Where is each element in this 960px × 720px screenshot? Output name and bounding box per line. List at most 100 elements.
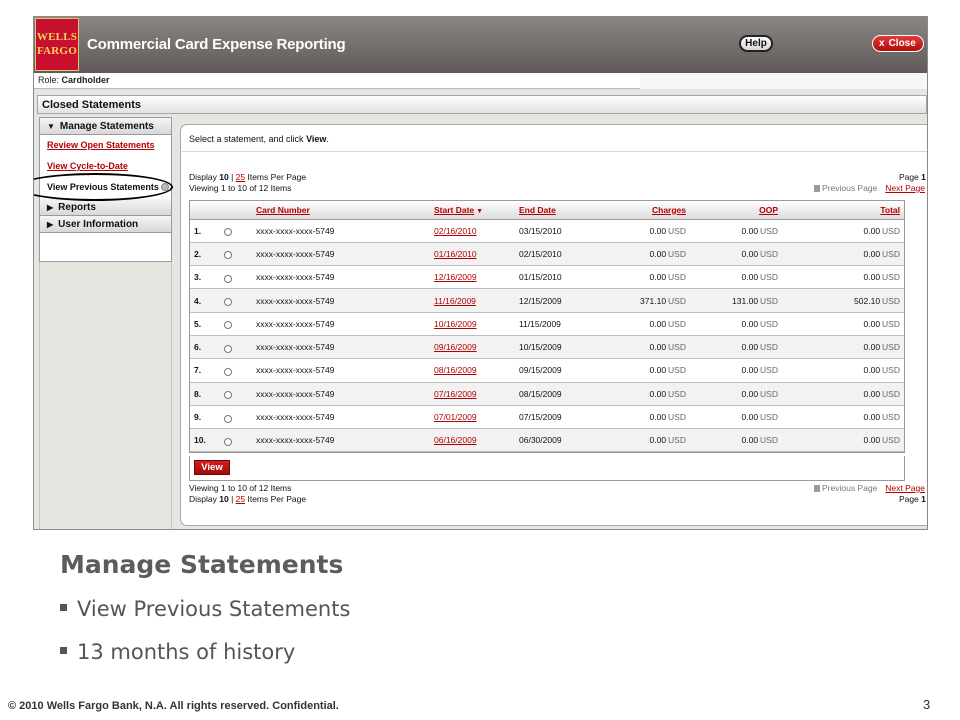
- total-cell: 0.00 USD: [782, 335, 904, 360]
- row-select-radio[interactable]: [220, 242, 252, 267]
- app-screenshot: WELLS FARGO Commercial Card Expense Repo…: [33, 16, 928, 530]
- charges-cell: 0.00 USD: [595, 428, 690, 453]
- card-number-cell: xxxx-xxxx-xxxx-5749: [252, 428, 430, 453]
- view-button-row: View: [189, 456, 905, 481]
- section-title: Closed Statements: [37, 95, 927, 114]
- oop-cell: 0.00 USD: [690, 265, 782, 290]
- row-select-radio[interactable]: [220, 265, 252, 290]
- row-select-radio[interactable]: [220, 312, 252, 336]
- table-row[interactable]: 2. xxxx-xxxx-xxxx-5749 01/16/2010 02/15/201…: [190, 242, 904, 267]
- charges-cell: 0.00 USD: [595, 265, 690, 290]
- total-cell: 0.00 USD: [782, 358, 904, 383]
- role-value: Cardholder: [61, 75, 110, 85]
- card-number-cell: xxxx-xxxx-xxxx-5749: [252, 312, 430, 336]
- start-date-link[interactable]: 08/16/2009: [430, 358, 515, 383]
- table-row[interactable]: 6. xxxx-xxxx-xxxx-5749 09/16/2009 10/15/200…: [190, 335, 904, 360]
- oop-cell: 0.00 USD: [690, 428, 782, 453]
- sidebar-filler: [39, 262, 172, 529]
- start-date-link[interactable]: 06/16/2009: [430, 428, 515, 453]
- pager-top-right: Page 1 2 Previous PageNext Page: [814, 172, 928, 194]
- start-date-link[interactable]: 01/16/2010: [430, 242, 515, 267]
- column-header-total[interactable]: Total: [782, 201, 904, 220]
- slide: WELLS FARGO Commercial Card Expense Repo…: [0, 0, 960, 720]
- row-select-radio[interactable]: [220, 288, 252, 313]
- table-row[interactable]: 10. xxxx-xxxx-xxxx-5749 06/16/2009 06/30/20…: [190, 428, 904, 453]
- sidebar-head-reports[interactable]: ▶ Reports: [40, 199, 171, 216]
- radio-icon[interactable]: [224, 228, 232, 237]
- column-header-end-date[interactable]: End Date: [515, 201, 595, 220]
- role-bar: Role: Cardholder: [34, 73, 640, 89]
- card-number-cell: xxxx-xxxx-xxxx-5749: [252, 265, 430, 290]
- column-header-charges[interactable]: Charges: [595, 201, 690, 220]
- total-cell: 0.00 USD: [782, 242, 904, 267]
- end-date-cell: 10/15/2009: [515, 335, 595, 360]
- column-header-card-number[interactable]: Card Number: [252, 201, 430, 220]
- page-number: 3: [923, 697, 931, 712]
- card-number-cell: xxxx-xxxx-xxxx-5749: [252, 382, 430, 406]
- help-button[interactable]: Help: [739, 35, 773, 52]
- viewing-count: Viewing 1 to 10 of 12 Items: [189, 183, 292, 193]
- row-select-radio[interactable]: [220, 335, 252, 360]
- table-row[interactable]: 1. xxxx-xxxx-xxxx-5749 02/16/2010 03/15/201…: [190, 219, 904, 243]
- end-date-cell: 11/15/2009: [515, 312, 595, 336]
- previous-page-link[interactable]: Previous Page: [814, 183, 877, 193]
- radio-icon[interactable]: [224, 367, 232, 376]
- table-row[interactable]: 8. xxxx-xxxx-xxxx-5749 07/16/2009 08/15/200…: [190, 382, 904, 406]
- sidebar-head-manage-statements[interactable]: ▼ Manage Statements: [40, 118, 171, 135]
- radio-icon[interactable]: [224, 414, 232, 423]
- row-select-radio[interactable]: [220, 382, 252, 406]
- start-date-link[interactable]: 09/16/2009: [430, 335, 515, 360]
- start-date-link[interactable]: 02/16/2010: [430, 219, 515, 243]
- next-page-icon[interactable]: [927, 485, 928, 492]
- end-date-cell: 03/15/2010: [515, 219, 595, 243]
- column-header-oop[interactable]: OOP: [690, 201, 782, 220]
- total-cell: 0.00 USD: [782, 405, 904, 430]
- display-count-option[interactable]: 25: [236, 172, 245, 182]
- row-select-radio[interactable]: [220, 219, 252, 243]
- table-row[interactable]: 9. xxxx-xxxx-xxxx-5749 07/01/2009 07/15/200…: [190, 405, 904, 430]
- table-row[interactable]: 4. xxxx-xxxx-xxxx-5749 11/16/2009 12/15/200…: [190, 288, 904, 313]
- row-select-radio[interactable]: [220, 405, 252, 430]
- start-date-link[interactable]: 11/16/2009: [430, 288, 515, 313]
- sidebar-item-review-open[interactable]: Review Open Statements: [40, 135, 171, 156]
- close-label: Close: [888, 38, 916, 49]
- radio-icon[interactable]: [224, 391, 232, 400]
- statements-panel: Select a statement, and click View. Disp…: [180, 124, 928, 526]
- previous-page-link[interactable]: Previous Page: [814, 483, 877, 493]
- display-count-option[interactable]: 25: [236, 494, 245, 504]
- charges-cell: 371.10 USD: [595, 288, 690, 313]
- next-page-link[interactable]: Next Page: [885, 183, 925, 193]
- row-number: 3.: [190, 265, 220, 290]
- radio-icon[interactable]: [224, 251, 232, 260]
- row-number: 9.: [190, 405, 220, 430]
- close-button[interactable]: x Close: [872, 35, 924, 52]
- radio-icon[interactable]: [224, 344, 232, 353]
- start-date-link[interactable]: 07/01/2009: [430, 405, 515, 430]
- column-header-start-date[interactable]: Start Date ▼: [430, 201, 515, 220]
- radio-icon[interactable]: [224, 274, 232, 283]
- start-date-link[interactable]: 10/16/2009: [430, 312, 515, 336]
- start-date-link[interactable]: 12/16/2009: [430, 265, 515, 290]
- card-number-cell: xxxx-xxxx-xxxx-5749: [252, 405, 430, 430]
- start-date-link[interactable]: 07/16/2009: [430, 382, 515, 406]
- radio-icon[interactable]: [224, 321, 232, 330]
- charges-cell: 0.00 USD: [595, 242, 690, 267]
- table-body: 1. xxxx-xxxx-xxxx-5749 02/16/2010 03/15/201…: [190, 219, 904, 453]
- bullet-item: 13 months of history: [60, 640, 295, 664]
- next-page-icon[interactable]: [927, 185, 928, 192]
- table-row[interactable]: 3. xxxx-xxxx-xxxx-5749 12/16/2009 01/15/201…: [190, 265, 904, 290]
- row-select-radio[interactable]: [220, 428, 252, 453]
- total-cell: 0.00 USD: [782, 312, 904, 336]
- sort-descending-icon: ▼: [476, 207, 484, 215]
- radio-icon[interactable]: [224, 437, 232, 446]
- sidebar-head-user-information[interactable]: ▶ User Information: [40, 216, 171, 233]
- next-page-link[interactable]: Next Page: [885, 483, 925, 493]
- row-select-radio[interactable]: [220, 358, 252, 383]
- row-number: 6.: [190, 335, 220, 360]
- table-row[interactable]: 7. xxxx-xxxx-xxxx-5749 08/16/2009 09/15/200…: [190, 358, 904, 383]
- radio-icon[interactable]: [224, 298, 232, 307]
- end-date-cell: 12/15/2009: [515, 288, 595, 313]
- pager-bottom-right: Previous PageNext Page Page 1 2: [814, 483, 928, 505]
- table-row[interactable]: 5. xxxx-xxxx-xxxx-5749 10/16/2009 11/15/200…: [190, 312, 904, 336]
- view-button[interactable]: View: [194, 460, 230, 475]
